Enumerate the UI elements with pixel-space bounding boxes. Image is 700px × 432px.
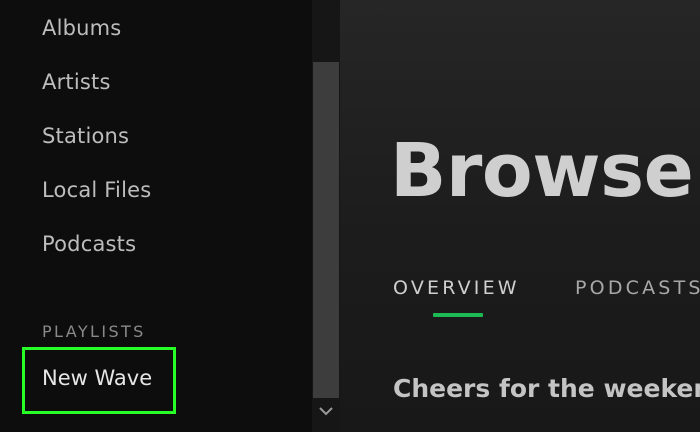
sidebar-item-podcasts[interactable]: Podcasts: [42, 232, 136, 256]
tab-overview[interactable]: OVERVIEW: [393, 277, 520, 299]
sidebar-item-artists[interactable]: Artists: [42, 70, 111, 94]
tab-podcasts[interactable]: PODCASTS: [575, 277, 700, 299]
sidebar-item-local-files[interactable]: Local Files: [42, 178, 151, 202]
sidebar: Albums Artists Stations Local Files Podc…: [0, 0, 340, 432]
active-tab-indicator: [433, 313, 483, 317]
sidebar-scrollbar-thumb[interactable]: [313, 62, 339, 398]
chevron-down-icon[interactable]: [316, 403, 336, 419]
playlist-item-new-wave[interactable]: New Wave: [42, 366, 152, 390]
main-content: Browse OVERVIEW PODCASTS Cheers for the …: [340, 0, 700, 432]
sidebar-item-albums[interactable]: Albums: [42, 16, 121, 40]
spotify-app-window: Albums Artists Stations Local Files Podc…: [0, 0, 700, 432]
page-title: Browse: [390, 128, 694, 214]
section-heading[interactable]: Cheers for the weeken: [393, 374, 700, 403]
sidebar-item-stations[interactable]: Stations: [42, 124, 129, 148]
playlists-section-header: PLAYLISTS: [42, 322, 146, 341]
